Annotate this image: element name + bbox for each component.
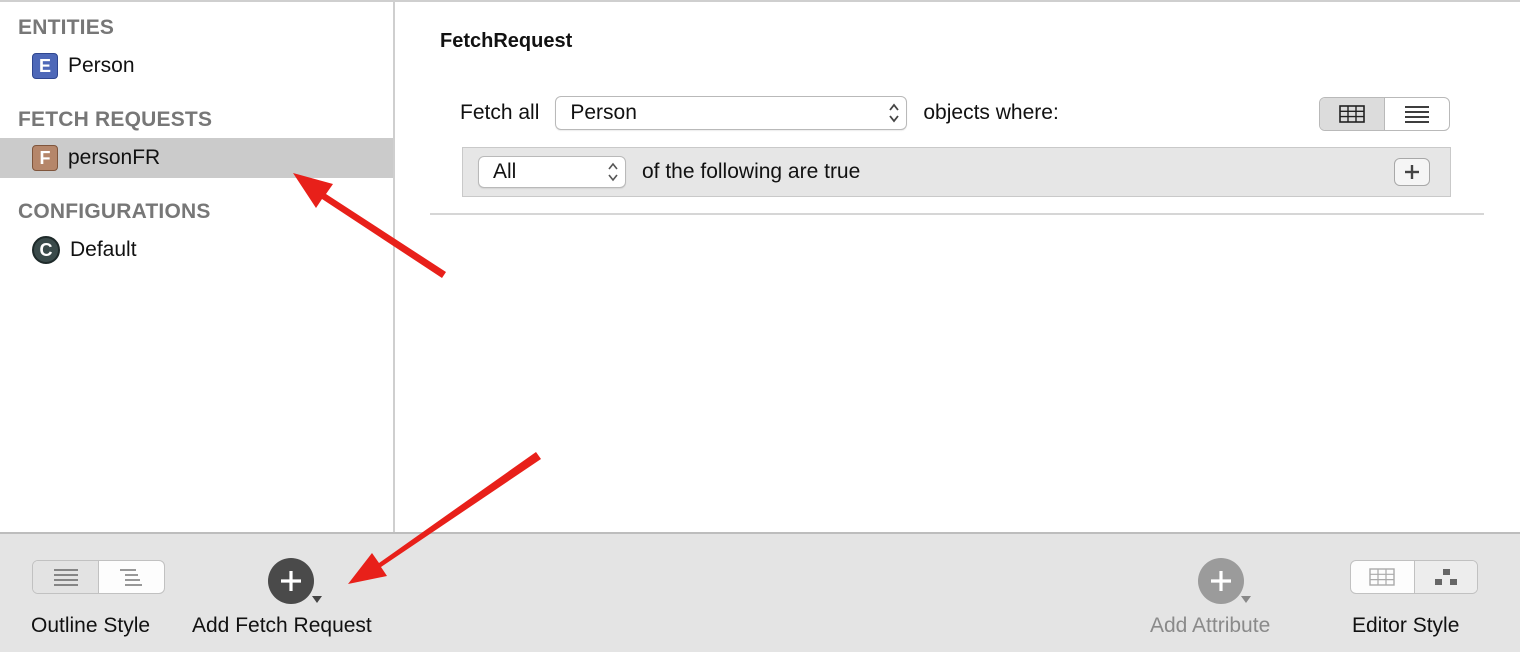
indented-list-icon — [119, 569, 142, 586]
objects-where-label: objects where: — [923, 101, 1059, 124]
flat-list-icon — [53, 569, 78, 586]
editor-graph-style-button[interactable] — [1414, 561, 1477, 593]
table-view-button[interactable] — [1320, 98, 1385, 130]
list-lines-icon — [1405, 106, 1429, 123]
section-title-configurations: CONFIGURATIONS — [18, 200, 211, 223]
graph-nodes-icon — [1434, 569, 1457, 585]
dropdown-triangle-icon[interactable] — [1241, 596, 1251, 603]
fetch-entity-row: Fetch all Person objects where: — [460, 95, 1059, 131]
sidebar-item-default[interactable]: C Default — [0, 230, 393, 270]
sidebar-item-label: Default — [70, 238, 137, 261]
entity-popup[interactable]: Person — [555, 96, 908, 130]
predicate-row: All of the following are true — [462, 147, 1451, 197]
view-mode-segmented-control — [1319, 97, 1450, 131]
plus-icon — [1211, 571, 1231, 591]
section-title-entities: ENTITIES — [18, 16, 115, 39]
outline-flat-button[interactable] — [33, 561, 99, 593]
text-view-button[interactable] — [1385, 98, 1449, 130]
entity-icon: E — [32, 53, 58, 79]
outline-style-label: Outline Style — [31, 614, 151, 637]
fetch-all-label: Fetch all — [460, 101, 540, 124]
plus-icon — [281, 571, 301, 591]
outline-style-segmented-control — [32, 560, 165, 594]
section-title-fetch-requests: FETCH REQUESTS — [18, 108, 213, 131]
editor-style-label: Editor Style — [1352, 614, 1460, 637]
bottom-toolbar: Outline Style Add Fetch Request Add Attr… — [0, 532, 1520, 652]
fetch-request-editor: FetchRequest Fetch all Person objects wh… — [395, 2, 1520, 532]
separator-line — [430, 213, 1484, 215]
editor-table-style-button[interactable] — [1351, 561, 1415, 593]
updown-chevron-icon — [888, 102, 900, 124]
add-fetch-request-label: Add Fetch Request — [192, 614, 372, 637]
sidebar-item-label: Person — [68, 54, 135, 77]
add-fetch-request-button[interactable] — [268, 558, 314, 604]
fetch-request-icon: F — [32, 145, 58, 171]
predicate-compound-popup[interactable]: All — [478, 156, 626, 188]
add-attribute-label: Add Attribute — [1150, 614, 1271, 637]
entity-popup-value: Person — [570, 101, 637, 124]
predicate-popup-value: All — [493, 160, 517, 183]
dropdown-triangle-icon[interactable] — [312, 596, 322, 603]
sidebar-item-label: personFR — [68, 146, 161, 169]
editor-style-segmented-control — [1350, 560, 1478, 594]
predicate-text: of the following are true — [642, 160, 861, 183]
add-predicate-button[interactable] — [1394, 158, 1430, 186]
outline-hierarchical-button[interactable] — [99, 561, 164, 593]
updown-chevron-icon — [607, 161, 619, 183]
configuration-icon: C — [32, 236, 60, 264]
add-attribute-button[interactable] — [1198, 558, 1244, 604]
sidebar-item-personfr[interactable]: F personFR — [0, 138, 393, 178]
table-grid-icon — [1369, 568, 1395, 586]
table-grid-icon — [1339, 105, 1365, 123]
sidebar-item-person[interactable]: E Person — [0, 46, 393, 86]
sidebar: ENTITIES E Person FETCH REQUESTS F perso… — [0, 2, 393, 532]
page-title: FetchRequest — [440, 30, 573, 52]
plus-icon — [1405, 165, 1419, 179]
